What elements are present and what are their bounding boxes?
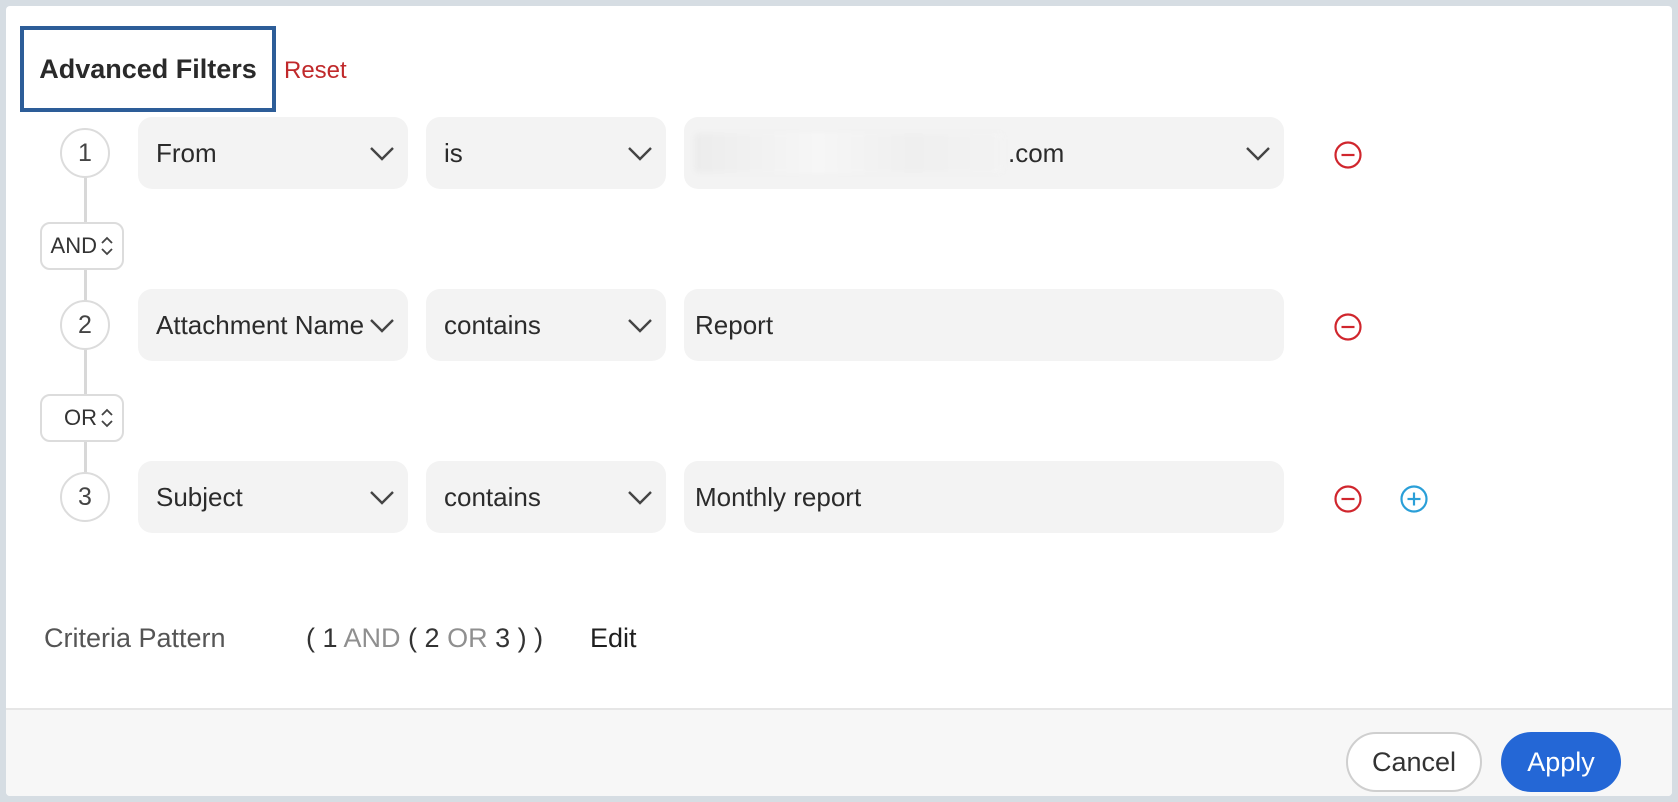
value-select-row-1[interactable]: .com: [684, 117, 1284, 189]
criteria-pattern-expression: ( 1 AND ( 2 OR 3 ) ): [306, 623, 543, 654]
logic-operator-select-or[interactable]: OR: [40, 394, 124, 442]
dialog-title: Advanced Filters: [20, 26, 276, 112]
operator-select-label: contains: [444, 309, 541, 340]
logic-operator-label: OR: [64, 405, 97, 430]
pattern-part: ( 1: [306, 623, 344, 653]
pattern-part: 3 ) ): [487, 623, 544, 653]
chevron-down-icon: [370, 147, 394, 161]
apply-button[interactable]: Apply: [1501, 732, 1621, 792]
logic-operator-select-and[interactable]: AND: [40, 222, 124, 270]
pattern-operator: AND: [343, 623, 401, 653]
value-input-text: Monthly report: [695, 481, 862, 512]
cancel-button[interactable]: Cancel: [1346, 732, 1482, 792]
plus-circle-icon[interactable]: [1399, 484, 1429, 514]
criteria-pattern-label: Criteria Pattern: [44, 623, 226, 653]
field-select-row-2[interactable]: Attachment Name: [138, 289, 408, 361]
criteria-pattern-row: Criteria Pattern ( 1 AND ( 2 OR 3 ) ) Ed…: [44, 623, 637, 654]
chevron-down-icon: [628, 319, 652, 333]
pattern-operator: OR: [447, 623, 488, 653]
pattern-part: ( 2: [400, 623, 448, 653]
up-down-chevron-icon: [101, 408, 113, 428]
chevron-down-icon: [370, 319, 394, 333]
operator-select-label: contains: [444, 481, 541, 512]
operator-select-row-3[interactable]: contains: [426, 461, 666, 533]
chevron-down-icon: [628, 147, 652, 161]
row-number: 2: [60, 300, 110, 350]
minus-circle-icon[interactable]: [1333, 140, 1363, 170]
operator-select-label: is: [444, 137, 463, 168]
field-select-label: From: [156, 137, 217, 168]
edit-pattern-link[interactable]: Edit: [590, 623, 637, 654]
chevron-down-icon: [370, 491, 394, 505]
operator-select-row-1[interactable]: is: [426, 117, 666, 189]
operator-select-row-2[interactable]: contains: [426, 289, 666, 361]
redacted-value: [694, 133, 1004, 173]
chevron-down-icon: [1246, 147, 1270, 161]
dialog-header: Advanced Filters Reset: [20, 26, 347, 112]
field-select-label: Subject: [156, 481, 243, 512]
value-input-text: Report: [695, 309, 774, 340]
reset-link[interactable]: Reset: [284, 57, 347, 85]
dialog-footer: Cancel Apply: [6, 708, 1672, 796]
value-input-row-2[interactable]: Report: [684, 289, 1284, 361]
row-number: 1: [60, 128, 110, 178]
up-down-chevron-icon: [101, 236, 113, 256]
field-select-label: Attachment Name: [156, 309, 365, 340]
minus-circle-icon[interactable]: [1333, 312, 1363, 342]
advanced-filters-dialog: Advanced Filters Reset 1 From is .com AN…: [6, 6, 1672, 796]
field-select-row-1[interactable]: From: [138, 117, 408, 189]
value-input-row-3[interactable]: Monthly report: [684, 461, 1284, 533]
field-select-row-3[interactable]: Subject: [138, 461, 408, 533]
chevron-down-icon: [628, 491, 652, 505]
value-domain-suffix: .com: [1008, 137, 1065, 168]
logic-operator-label: AND: [50, 233, 97, 258]
row-number: 3: [60, 472, 110, 522]
minus-circle-icon[interactable]: [1333, 484, 1363, 514]
